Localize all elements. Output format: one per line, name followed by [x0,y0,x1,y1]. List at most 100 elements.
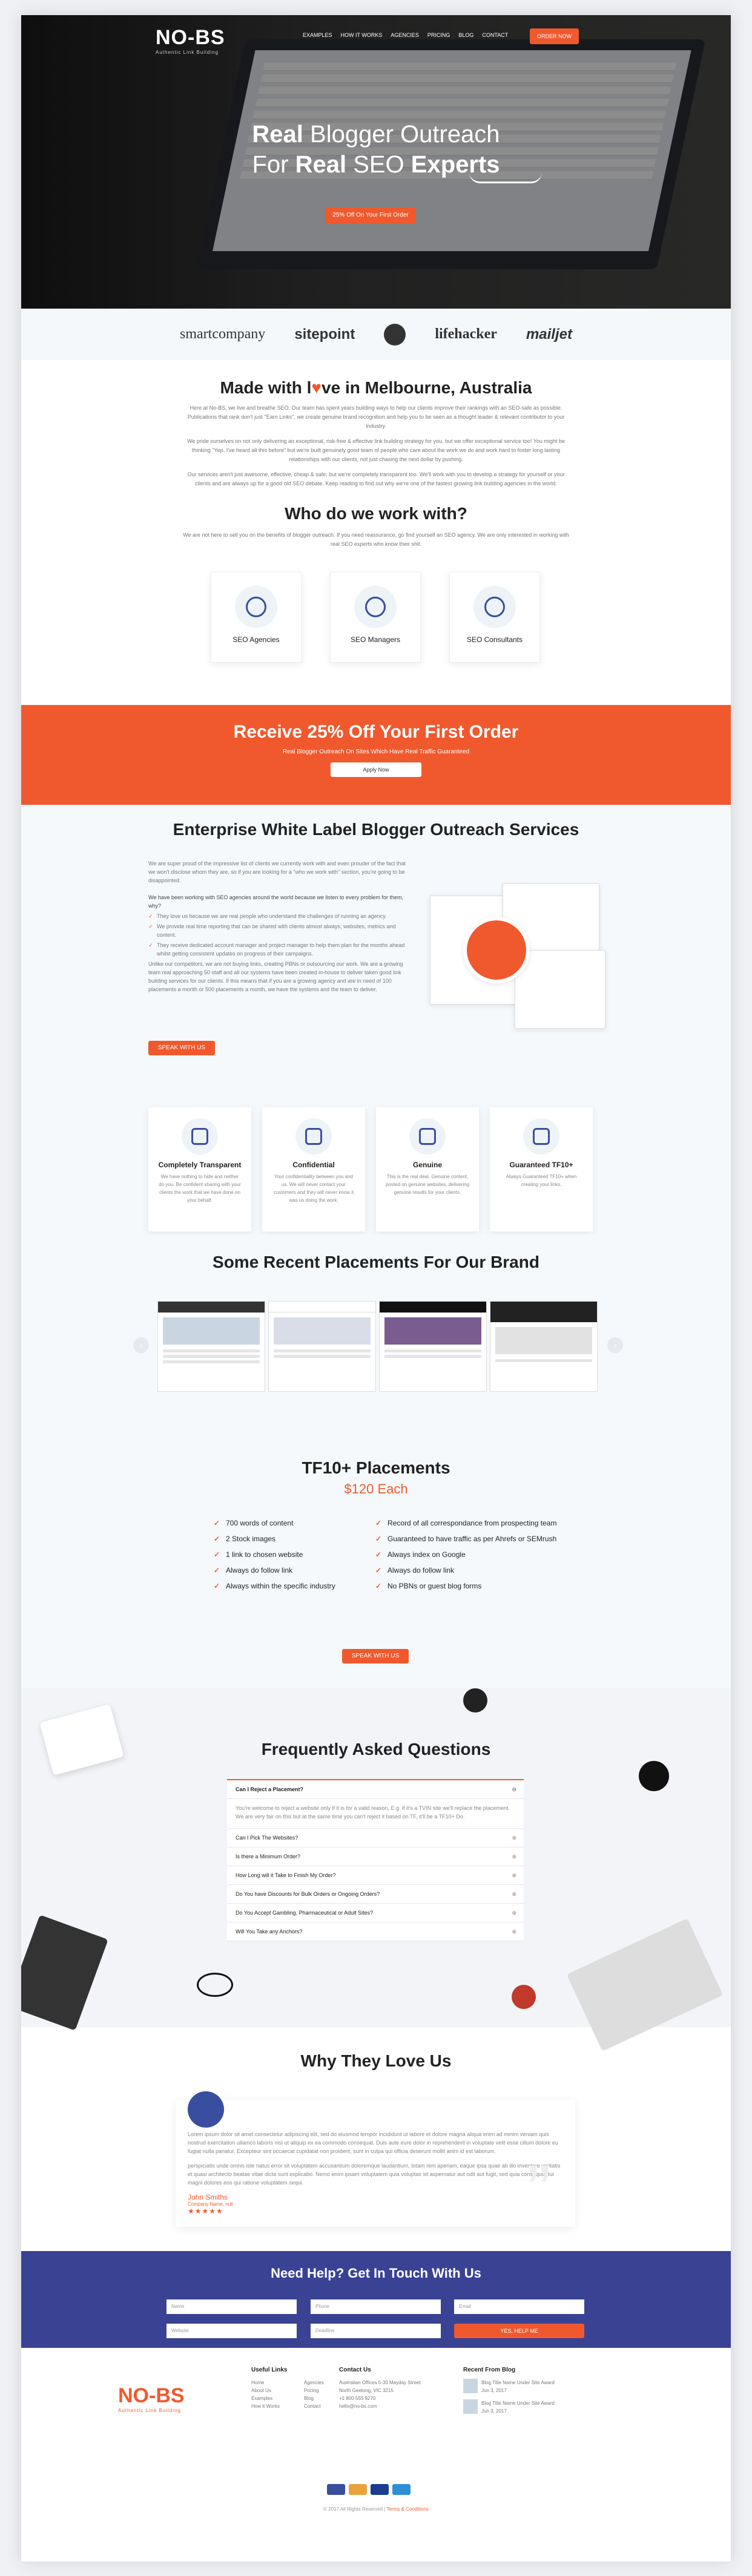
stripe-icon [327,2484,345,2495]
phone-field[interactable]: Phone [311,2299,441,2314]
carousel-prev-button[interactable]: ‹ [133,1337,149,1353]
list-item: Guaranteed to have traffic as per Ahrefs… [375,1535,556,1543]
tablet-illustration [21,1915,108,2031]
nav-contact[interactable]: CONTACT [482,32,508,38]
hero-section: NO-BS Authentic Link Building EXAMPLES H… [21,15,731,309]
discount-banner: Receive 25% Off Your First Order Real Bl… [21,705,731,805]
phone-number[interactable]: +1 800 555 9270 [339,2394,421,2402]
blog-post-link[interactable]: Blog Title Name Under Site Award [481,2399,555,2407]
target-icon [409,1118,446,1155]
testimonial-text: Lorem ipsum dolor sit amet consectetur a… [188,2131,558,2154]
speak-with-us-button[interactable]: SPEAK WITH US [342,1649,409,1663]
nav-how-it-works[interactable]: HOW IT WORKS [341,32,383,38]
faq-question[interactable]: How Long will it Take to Finish My Order… [227,1866,524,1885]
feature-transparent: Completely Transparent We have nothing to… [148,1107,251,1231]
payment-icons [327,2484,411,2495]
list-item: Always index on Google [375,1550,556,1559]
feature-guaranteed: Guaranteed TF10+ Always Guaranteed TF10+ … [490,1107,593,1231]
enterprise-section: Enterprise White Label Blogger Outreach … [21,805,731,1095]
faq-question[interactable]: Will You Take any Anchors? [227,1922,524,1941]
carousel-next-button[interactable]: › [607,1337,623,1353]
terms-link[interactable]: Terms & Conditions [386,2506,428,2512]
nav-pricing[interactable]: PRICING [427,32,450,38]
blog-post-link[interactable]: Blog Title Name Under Site Award [481,2379,555,2387]
address-line: North Geelong, VIC 3215 [339,2388,394,2393]
email-address[interactable]: hello@no-bs.com [339,2402,421,2410]
placements-section: Some Recent Placements For Our Brand ‹ › [21,1234,731,1434]
about-title: Made with l♥ve in Melbourne, Australia [220,378,532,397]
who-cards: SEO Agencies SEO Managers SEO Consultant… [21,560,731,705]
list-item: They receive dedicated account manager a… [148,941,409,958]
footer-link[interactable]: About Us [251,2387,280,2394]
footer: NO-BS Authentic Link Building Useful Lin… [21,2348,731,2561]
faq-section: Frequently Asked Questions Can I Reject … [21,1688,731,2051]
footer-link[interactable]: Home [251,2379,280,2387]
quote-icon: ” [527,2150,551,2231]
contact-title: Need Help? Get In Touch With Us [271,2266,481,2281]
logo-tagline: Authentic Link Building [156,50,219,55]
website-field[interactable]: Website [167,2324,297,2338]
footer-link[interactable]: Examples [251,2394,280,2402]
coffee-cup-icon [512,1985,536,2009]
deadline-field[interactable]: Deadline [311,2324,441,2338]
placement-screenshot[interactable] [490,1301,598,1392]
faq-question[interactable]: Do You Accept Gambling, Pharmaceutical o… [227,1904,524,1922]
tf10-title: TF10+ Placements [302,1458,450,1477]
footer-link[interactable]: How it Works [251,2402,280,2410]
about-paragraph-3: Our services aren't just awesome, effect… [187,471,565,487]
submit-button[interactable]: YES, HELP ME [454,2324,584,2338]
footer-link[interactable]: Agencies [304,2379,324,2387]
recent-blog: Recent From Blog Blog Title Name Under S… [463,2367,555,2414]
faq-question[interactable]: Can I Pick The Websites? [227,1829,524,1847]
star-rating-icon: ★★★★★ [188,2207,223,2215]
address-line: Australian Offices 5-30 Mayday Street [339,2380,421,2385]
faq-question-open[interactable]: Can I Reject a Placement? [227,1779,524,1799]
logo-sitepoint: sitepoint [294,326,355,342]
list-item: They love us because we are real people … [148,912,409,920]
coffee-cup-icon [639,1761,669,1791]
nav-examples[interactable]: EXAMPLES [303,32,332,38]
footer-link[interactable]: Contact [304,2402,324,2410]
card-seo-consultants: SEO Consultants [449,572,540,663]
mastercard-icon [349,2484,367,2495]
page: NO-BS Authentic Link Building EXAMPLES H… [21,15,731,2561]
list-item: 700 words of content [214,1519,335,1527]
apply-now-button[interactable]: Apply Now [331,762,421,777]
useful-links: Useful Links Home About Us Examples How … [251,2367,324,2410]
underline-swoosh [469,172,542,183]
order-now-button[interactable]: ORDER NOW [530,28,579,44]
logo-lifehacker: lifehacker [435,326,497,342]
testimonial-section: Why They Love Us Lorem ipsum dolor sit a… [21,2027,731,2251]
nav-agencies[interactable]: AGENCIES [391,32,419,38]
tf10-features-right: Record of all correspondance from prospe… [375,1519,556,1598]
glasses-icon [197,1973,233,1997]
features-section: Completely Transparent We have nothing to… [21,1095,731,1234]
testimonial-role: Company Name, null [188,2201,233,2207]
logo-text: NO-BS [156,26,225,49]
team-icon [354,586,397,628]
site-logo[interactable]: NO-BS Authentic Link Building [156,26,225,55]
feature-confidential: Confidential Your confidentiality between… [262,1107,365,1231]
testimonial-text: perspiciatis unde omnis iste natus error… [188,2163,561,2186]
faq-question[interactable]: Is there a Minimum Order? [227,1847,524,1866]
coffee-cup-icon [463,1688,487,1712]
placement-screenshot[interactable] [268,1301,376,1392]
footer-link[interactable]: Blog [304,2394,324,2402]
name-field[interactable]: Name [167,2299,297,2314]
list-item: Always do follow link [375,1566,556,1575]
testimonial-name: John Smiths [188,2193,228,2201]
testimonial-title: Why They Love Us [300,2051,452,2070]
faq-question[interactable]: Do You have Discounts for Bulk Orders or… [227,1885,524,1904]
list-item: 1 link to chosen website [214,1550,335,1559]
nav-blog[interactable]: BLOG [458,32,473,38]
footer-logo[interactable]: NO-BS Authentic Link Building [118,2384,185,2413]
email-field[interactable]: Email [454,2299,584,2314]
placement-screenshot[interactable] [157,1301,265,1392]
placement-screenshot[interactable] [379,1301,487,1392]
footer-link[interactable]: Pricing [304,2387,324,2394]
about-paragraph-2: We pride ourselves on not only deliverin… [187,438,565,462]
hero-cta-button[interactable]: 25% Off On Your First Order [325,208,416,223]
tf10-section: TF10+ Placements $120 Each 700 words of … [21,1434,731,1688]
speak-with-us-button[interactable]: SPEAK WITH US [148,1041,215,1055]
enterprise-title: Enterprise White Label Blogger Outreach … [173,820,579,839]
